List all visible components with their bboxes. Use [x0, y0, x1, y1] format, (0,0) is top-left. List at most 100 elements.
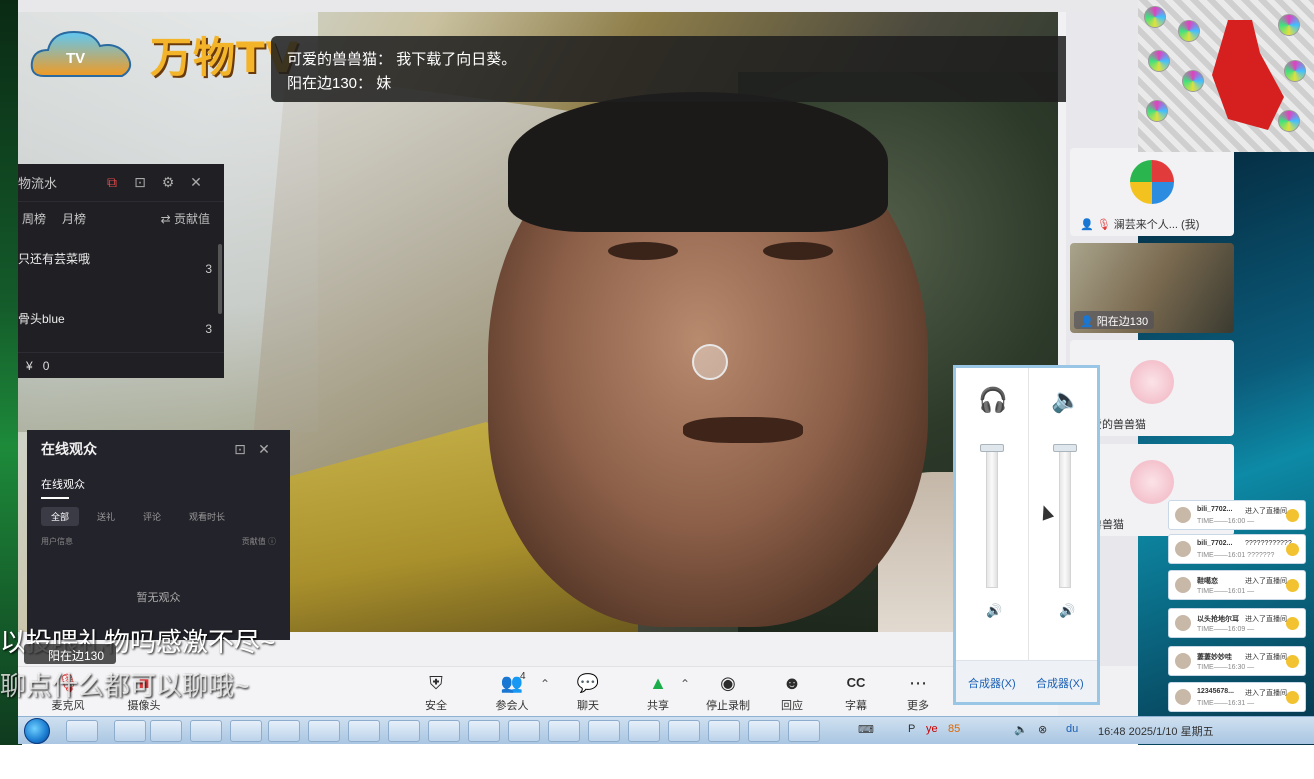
- mixer-link[interactable]: 合成器(X): [1036, 675, 1084, 691]
- taskbar-app-button[interactable]: [388, 720, 420, 742]
- gift-count: 3: [205, 262, 212, 276]
- taskbar-app-button[interactable]: [428, 720, 460, 742]
- close-icon[interactable]: ✕: [182, 174, 210, 191]
- participants-count-badge: 4: [520, 671, 526, 682]
- overlay-caption: 聊点什么都可以聊哦~: [0, 671, 250, 701]
- avatar: [1130, 360, 1174, 404]
- tray-item[interactable]: 85: [948, 723, 960, 735]
- taskbar-app-button[interactable]: [348, 720, 380, 742]
- filter-watch-time[interactable]: 观看时长: [179, 507, 235, 526]
- tab-monthly[interactable]: 月榜: [62, 210, 86, 227]
- taskbar-app-button[interactable]: [114, 720, 146, 742]
- taskbar-app-button[interactable]: [468, 720, 500, 742]
- avatar: [1175, 689, 1191, 705]
- col-user-info: 用户信息: [41, 537, 73, 546]
- coin-icon: [1286, 579, 1299, 592]
- gift-row[interactable]: 只还有芸菜哦 3: [18, 234, 224, 294]
- share-button[interactable]: ▲ 共享: [628, 669, 688, 713]
- audience-subtab[interactable]: 在线观众: [27, 468, 290, 499]
- speaker-icon[interactable]: 🔊: [986, 603, 1002, 619]
- notification-message: 进入了直播间: [1245, 616, 1287, 623]
- chevron-up-icon[interactable]: ⌃: [680, 677, 690, 691]
- more-button[interactable]: ⋯ 更多: [888, 669, 948, 713]
- gift-tabs: 周榜 月榜 ⇄ 贡献值: [18, 202, 224, 234]
- notification-card[interactable]: 12345678... 进入了直播间 TIME——16:31 —: [1168, 682, 1306, 712]
- chat-button[interactable]: 💬 聊天: [558, 669, 618, 713]
- headphones-icon: 🎧: [978, 387, 1008, 414]
- volume-slider-thumb[interactable]: [1053, 444, 1077, 452]
- filter-all[interactable]: 全部: [41, 507, 80, 526]
- coin-icon: [1286, 655, 1299, 668]
- audience-title: 在线观众: [41, 441, 97, 457]
- taskbar-app-button[interactable]: [508, 720, 540, 742]
- participant-card-video[interactable]: 👤 阳在边130: [1070, 243, 1234, 333]
- security-button[interactable]: ⛨ 安全: [406, 669, 466, 713]
- start-button[interactable]: [24, 718, 50, 744]
- chat-message: 阳在边130： 妹: [287, 75, 392, 92]
- captions-button[interactable]: CC 字幕: [826, 669, 886, 713]
- unlock-icon[interactable]: ⊡: [228, 441, 252, 458]
- clock[interactable]: 16:48 2025/1/10 星期五: [1098, 723, 1214, 739]
- taskbar-app-button[interactable]: [788, 720, 820, 742]
- stop-record-icon: ◉: [720, 673, 736, 693]
- notification-message: ????????????: [1245, 540, 1292, 547]
- mixer-link[interactable]: 合成器(X): [968, 675, 1016, 691]
- sort-contribution-button[interactable]: ⇄ 贡献值: [161, 210, 210, 227]
- volume-icon[interactable]: 🔈: [1014, 723, 1028, 736]
- presenter-name-tag: 阳在边130: [24, 644, 116, 664]
- gift-total: ¥ 0: [18, 352, 224, 378]
- participant-card-self[interactable]: 👤 🎙 澜芸来个人... (我): [1070, 148, 1234, 236]
- mixer-channel: 🎧 🔊: [956, 368, 1026, 660]
- taskbar-app-button[interactable]: [668, 720, 700, 742]
- audience-filters: 全部 送礼 评论 观看时长: [27, 499, 290, 526]
- taskbar-app-button[interactable]: [190, 720, 222, 742]
- chevron-up-icon[interactable]: ⌃: [540, 677, 550, 691]
- screen: TV 万物TV 可爱的兽兽猫： 我下载了向日葵。 阳在边130： 妹 物流水 ⧉…: [0, 0, 1314, 779]
- gift-total-value: 0: [42, 359, 50, 373]
- gift-scrollbar[interactable]: [218, 244, 222, 314]
- taskbar-app-button[interactable]: [628, 720, 660, 742]
- notification-user: 萋萋妙妙哇: [1197, 654, 1232, 661]
- tray-item[interactable]: ye: [926, 723, 938, 735]
- chat-message: 可爱的兽兽猫： 我下载了向日葵。: [287, 51, 517, 68]
- mic-muted-icon: 🎙: [1096, 219, 1111, 231]
- participants-button[interactable]: 👥 参会人: [482, 669, 542, 713]
- speaker-icon[interactable]: 🔊: [1059, 603, 1075, 619]
- taskbar-app-button[interactable]: [708, 720, 740, 742]
- taskbar-app-button[interactable]: [748, 720, 780, 742]
- notification-card[interactable]: bili_7702...???????????? TIME——16:01 ????…: [1168, 534, 1306, 564]
- taskbar-app-button[interactable]: [548, 720, 580, 742]
- taskbar-app-button[interactable]: [66, 720, 98, 742]
- keyboard-icon[interactable]: ⌨: [858, 723, 874, 736]
- unlock-icon[interactable]: ⊡: [126, 174, 154, 191]
- volume-slider-thumb[interactable]: [980, 444, 1004, 452]
- close-circle-icon[interactable]: ⊗: [1038, 723, 1047, 736]
- notification-card[interactable]: 鞋噶恋 进入了直播间 TIME——16:01 —: [1168, 570, 1306, 600]
- volume-track[interactable]: [1059, 448, 1071, 588]
- tray-item[interactable]: du: [1066, 723, 1078, 735]
- settings-icon[interactable]: ⚙: [154, 174, 182, 191]
- taskbar-app-button[interactable]: [268, 720, 300, 742]
- notification-message: 进入了直播间: [1245, 690, 1287, 697]
- tab-weekly[interactable]: 周榜: [22, 210, 46, 227]
- coin-icon: [1286, 617, 1299, 630]
- volume-track[interactable]: [986, 448, 998, 588]
- taskbar-app-button[interactable]: [230, 720, 262, 742]
- taskbar-app-button[interactable]: [308, 720, 340, 742]
- notification-card[interactable]: bili_7702... 进入了直播间 TIME——16:00 —: [1168, 500, 1306, 530]
- stop-record-button[interactable]: ◉ 停止录制: [698, 669, 758, 713]
- close-icon[interactable]: ✕: [252, 441, 276, 458]
- notification-card[interactable]: 以头抢地尔耳 进入了直播间 TIME——16:09 —: [1168, 608, 1306, 638]
- more-icon: ⋯: [909, 673, 927, 693]
- notification-card[interactable]: 萋萋妙妙哇 进入了直播间 TIME——16:30 —: [1168, 646, 1306, 676]
- filter-gift[interactable]: 送礼: [87, 507, 125, 526]
- tray-item[interactable]: P: [908, 723, 915, 735]
- react-button[interactable]: ☻ 回应: [762, 669, 822, 713]
- taskbar-app-button[interactable]: [150, 720, 182, 742]
- filter-comment[interactable]: 评论: [133, 507, 171, 526]
- notification-user: 鞋噶恋: [1197, 578, 1218, 585]
- taskbar-app-button[interactable]: [588, 720, 620, 742]
- record-icon[interactable]: ⧉: [98, 174, 126, 191]
- chat-overlay: 可爱的兽兽猫： 我下载了向日葵。 阳在边130： 妹: [271, 36, 1127, 102]
- gift-row[interactable]: 骨头blue 3: [18, 294, 224, 354]
